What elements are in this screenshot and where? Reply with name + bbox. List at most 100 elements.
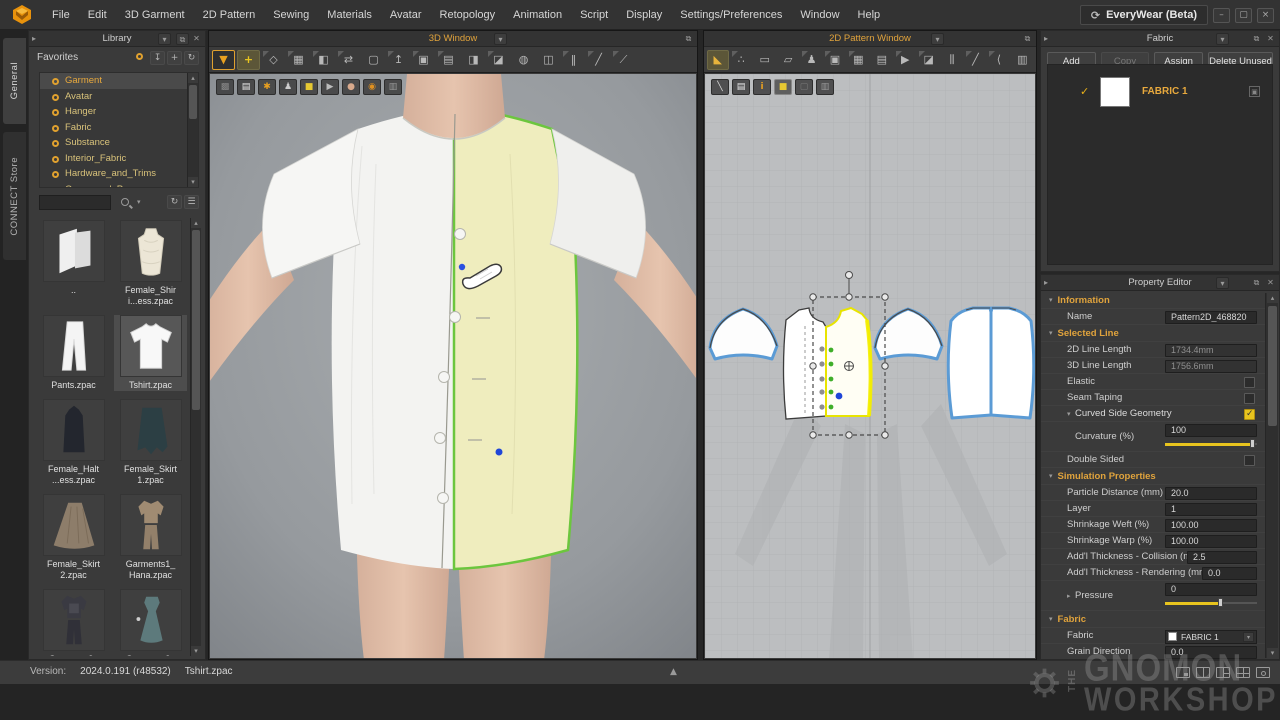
fabric-swatch[interactable] xyxy=(1100,77,1130,107)
panel-popout-icon[interactable]: ⧉ xyxy=(1250,277,1263,289)
section-information[interactable]: ▾Information xyxy=(1041,292,1265,309)
menu-materials[interactable]: Materials xyxy=(318,0,381,30)
section-simulation-properties[interactable]: ▾Simulation Properties xyxy=(1041,468,1265,485)
library-category-hardware-and-trims[interactable]: Hardware_and_Trims xyxy=(40,166,198,182)
pin-tool-icon[interactable]: ◧ xyxy=(312,50,335,70)
show-arrow-icon[interactable]: ▶ xyxy=(321,79,339,95)
library-category-fabric[interactable]: Fabric xyxy=(40,120,198,136)
menu-avatar[interactable]: Avatar xyxy=(381,0,431,30)
window-popout-icon[interactable]: ⧉ xyxy=(1021,33,1034,45)
search-icon[interactable] xyxy=(121,198,129,206)
refresh-icon[interactable]: ↻ xyxy=(184,51,199,65)
reload-icon[interactable]: ↻ xyxy=(167,195,182,209)
elastic-checkbox[interactable] xyxy=(1244,377,1255,388)
window-close-button[interactable]: × xyxy=(1257,8,1274,23)
property-editor-scrollbar[interactable]: ▴ ▾ xyxy=(1265,293,1278,658)
library-item-female-shirred-dress[interactable]: Female_Shir i...ess.zpac xyxy=(114,220,187,307)
zipper-tool-icon[interactable]: ⟨ xyxy=(988,50,1009,70)
pen-icon[interactable]: ╲ xyxy=(711,79,729,95)
info-icon[interactable]: i xyxy=(753,79,771,95)
search-input[interactable] xyxy=(39,195,111,210)
library-item-female-skirt-2[interactable]: Female_Skirt 2.zpac xyxy=(37,494,110,581)
fabric-list-item[interactable]: ✓ FABRIC 1 ▣ xyxy=(1048,65,1272,115)
menu-3d-garment[interactable]: 3D Garment xyxy=(116,0,194,30)
favorites-icon[interactable] xyxy=(132,51,147,65)
panel-close-icon[interactable]: ✕ xyxy=(190,33,203,45)
shrinkage-warp-input[interactable] xyxy=(1165,535,1257,548)
show-fabric-icon[interactable]: ■ xyxy=(300,79,318,95)
thickness-rendering-input[interactable] xyxy=(1202,567,1257,580)
library-category-hanger[interactable]: Hanger xyxy=(40,104,198,120)
box-select-tool-icon[interactable]: ▢ xyxy=(362,50,385,70)
show-ruler-icon[interactable]: ▥ xyxy=(384,79,402,95)
grain-direction-input[interactable] xyxy=(1165,646,1257,659)
double-sided-checkbox[interactable] xyxy=(1244,455,1255,466)
shrinkage-weft-input[interactable] xyxy=(1165,519,1257,532)
retopo-gear-icon[interactable]: ✱ xyxy=(258,79,276,95)
layer-input[interactable] xyxy=(1165,503,1257,516)
curved-side-geometry-checkbox[interactable] xyxy=(1244,409,1255,420)
3d-viewport-canvas[interactable] xyxy=(210,74,696,658)
library-category-avatar[interactable]: Avatar xyxy=(40,89,198,105)
2d-viewport[interactable]: ╲ ▤ i ■ ▢ ▥ xyxy=(705,74,1035,658)
lock-icon[interactable]: ▢ xyxy=(795,79,813,95)
layout-custom-icon[interactable] xyxy=(1256,667,1270,678)
free-sewing-tool-icon[interactable]: ◪ xyxy=(918,50,939,70)
select-mesh-tool-icon[interactable]: ◇ xyxy=(262,50,285,70)
zoom-tool-icon[interactable]: ◍ xyxy=(512,50,535,70)
show-globe-icon[interactable]: ◉ xyxy=(363,79,381,95)
sewing-tool-icon[interactable]: ◪ xyxy=(487,50,510,70)
simulate-button[interactable]: ▼ xyxy=(212,50,235,70)
texture-2d-tool-icon[interactable]: ▥ xyxy=(1012,50,1033,70)
library-category-garment[interactable]: Garment xyxy=(40,73,198,89)
panel-popout-icon[interactable]: ⧉ xyxy=(176,33,189,45)
section-selected-line[interactable]: ▾Selected Line xyxy=(1041,325,1265,342)
curvature-input[interactable] xyxy=(1165,424,1257,437)
menu-animation[interactable]: Animation xyxy=(504,0,571,30)
window-menu-caret-icon[interactable]: ▾ xyxy=(931,33,944,45)
layout-single-icon[interactable] xyxy=(1176,667,1190,678)
3d-viewport[interactable]: ▩ ▤ ✱ ♟ ■ ▶ ● ◉ ▥ xyxy=(210,74,696,658)
menu-script[interactable]: Script xyxy=(571,0,617,30)
menu-retopology[interactable]: Retopology xyxy=(431,0,505,30)
add-folder-icon[interactable]: + xyxy=(167,51,182,65)
menu-help[interactable]: Help xyxy=(849,0,890,30)
import-icon[interactable]: ↧ xyxy=(150,51,165,65)
show-garment-icon[interactable]: ▤ xyxy=(237,79,255,95)
thickness-collision-input[interactable] xyxy=(1187,551,1257,564)
panel-menu-caret-icon[interactable]: ▾ xyxy=(1216,277,1229,289)
panel-popout-icon[interactable]: ⧉ xyxy=(1250,33,1263,45)
everywear-beta-button[interactable]: ⟳ EveryWear (Beta) xyxy=(1080,5,1208,25)
view-mode-icon[interactable]: ☰ xyxy=(184,195,199,209)
fold-tool-icon[interactable]: ◨ xyxy=(462,50,485,70)
panel-close-icon[interactable]: ✕ xyxy=(1264,33,1277,45)
library-category-substance[interactable]: Substance xyxy=(40,135,198,151)
pleats-tool-icon[interactable]: ⫼ xyxy=(941,50,962,70)
menu-settings-preferences[interactable]: Settings/Preferences xyxy=(671,0,791,30)
library-item-up[interactable]: .. xyxy=(37,220,110,307)
polygon-tool-icon[interactable]: ▱ xyxy=(777,50,798,70)
library-item-garments2-hana[interactable]: Garments2_ Hana.zpac xyxy=(37,589,110,656)
menu-2d-pattern[interactable]: 2D Pattern xyxy=(194,0,265,30)
tab-connect-store[interactable]: CONNECT Store xyxy=(3,132,26,260)
fold-arrangement-tool-icon[interactable]: ▤ xyxy=(871,50,892,70)
library-item-pants[interactable]: Pants.zpac xyxy=(37,315,110,391)
dart-tool-icon[interactable]: ▣ xyxy=(824,50,845,70)
seam-taping-checkbox[interactable] xyxy=(1244,393,1255,404)
library-item-female-halter-dress[interactable]: Female_Halt ...ess.zpac xyxy=(37,399,110,486)
edit-pattern-tool-icon[interactable]: ∴ xyxy=(731,50,752,70)
show-pattern-icon[interactable]: ▤ xyxy=(732,79,750,95)
grid-tool-icon[interactable]: ▤ xyxy=(437,50,460,70)
layout-quad-icon[interactable] xyxy=(1236,667,1250,678)
ruler-2d-icon[interactable]: ▥ xyxy=(816,79,834,95)
layout-column-row-icon[interactable] xyxy=(1216,667,1230,678)
menu-sewing[interactable]: Sewing xyxy=(264,0,318,30)
favorites-scrollbar[interactable]: ▴▾ xyxy=(187,73,198,187)
show-head-icon[interactable]: ● xyxy=(342,79,360,95)
measure-tool-icon[interactable]: ‖ xyxy=(562,50,585,70)
tape-tool-icon[interactable]: ╱ xyxy=(587,50,610,70)
move-pattern-tool-icon[interactable]: ⇄ xyxy=(337,50,360,70)
pressure-input[interactable] xyxy=(1165,583,1257,596)
search-options-caret-icon[interactable]: ▾ xyxy=(137,198,141,206)
library-item-garments3-hana[interactable]: Garments3_ Hana.zpac xyxy=(114,589,187,656)
